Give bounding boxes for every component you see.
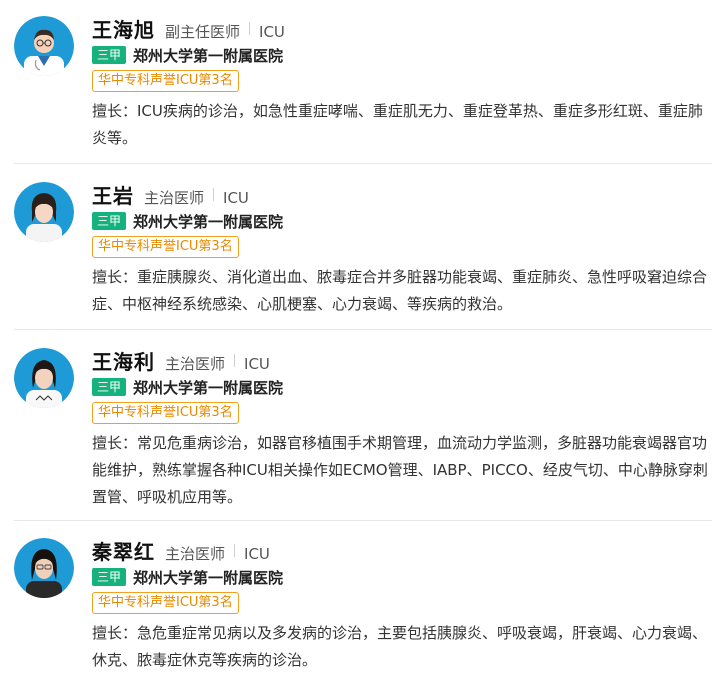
hospital-name[interactable]: 郑州大学第一附属医院 [133, 211, 283, 232]
honor-badge: 华中专科声誉ICU第3名 [92, 402, 239, 424]
doctor-info: 王海利 主治医师 ICU 三甲 郑州大学第一附属医院 华中专科声誉ICU第3名 … [92, 346, 712, 511]
hospital-name[interactable]: 郑州大学第一附属医院 [133, 567, 283, 588]
doctor-expertise: 擅长：常见危重病诊治，如器官移植围手术期管理，血流动力学监测，多脏器功能衰竭器官… [92, 434, 708, 506]
doctor-info: 王海旭 副主任医师 ICU 三甲 郑州大学第一附属医院 华中专科声誉ICU第3名… [92, 14, 712, 152]
separator [213, 187, 215, 201]
hospital-level-badge: 三甲 [92, 378, 127, 396]
separator [234, 543, 236, 557]
doctor-photo-avatar [14, 348, 74, 408]
divider [14, 329, 712, 330]
doctor-department: ICU [244, 355, 270, 373]
doctor-department: ICU [244, 545, 270, 563]
hospital-level-badge: 三甲 [92, 212, 127, 230]
doctor-name[interactable]: 王海利 [92, 346, 155, 375]
doctor-department: ICU [259, 23, 285, 41]
hospital-level-badge: 三甲 [92, 46, 127, 64]
doctor-photo-avatar [14, 538, 74, 598]
doctor-info: 王岩 主治医师 ICU 三甲 郑州大学第一附属医院 华中专科声誉ICU第3名 擅… [92, 180, 712, 318]
doctor-avatar[interactable] [14, 538, 74, 598]
divider [14, 163, 712, 164]
doctor-list: 王海旭 副主任医师 ICU 三甲 郑州大学第一附属医院 华中专科声誉ICU第3名… [0, 0, 726, 682]
honor-badge: 华中专科声誉ICU第3名 [92, 236, 239, 258]
doctor-title: 主治医师 [165, 545, 226, 563]
honor-badge: 华中专科声誉ICU第3名 [92, 592, 239, 614]
hospital-name[interactable]: 郑州大学第一附属医院 [133, 45, 283, 66]
doctor-avatar[interactable] [14, 182, 74, 242]
doctor-name[interactable]: 王岩 [92, 180, 134, 209]
doctor-photo-avatar [14, 182, 74, 242]
divider [14, 520, 712, 521]
doctor-avatar[interactable] [14, 348, 74, 408]
doctor-avatar[interactable] [14, 16, 74, 76]
doctor-name[interactable]: 秦翠红 [92, 536, 155, 565]
honor-badge: 华中专科声誉ICU第3名 [92, 70, 239, 92]
doctor-expertise: 擅长：ICU疾病的诊治，如急性重症哮喘、重症肌无力、重症登革热、重症多形红斑、重… [92, 102, 703, 147]
separator [249, 21, 251, 35]
doctor-name[interactable]: 王海旭 [92, 14, 155, 43]
doctor-info: 秦翠红 主治医师 ICU 三甲 郑州大学第一附属医院 华中专科声誉ICU第3名 … [92, 536, 712, 674]
doctor-title: 副主任医师 [165, 23, 241, 41]
doctor-expertise: 擅长：急危重症常见病以及多发病的诊治，主要包括胰腺炎、呼吸衰竭，肝衰竭、心力衰竭… [92, 624, 708, 669]
doctor-title: 主治医师 [165, 355, 226, 373]
doctor-title: 主治医师 [144, 189, 205, 207]
cartoon-doctor-avatar [14, 16, 74, 76]
doctor-department: ICU [223, 189, 249, 207]
hospital-level-badge: 三甲 [92, 568, 127, 586]
doctor-expertise: 擅长：重症胰腺炎、消化道出血、脓毒症合并多脏器功能衰竭、重症肺炎、急性呼吸窘迫综… [92, 268, 708, 313]
hospital-name[interactable]: 郑州大学第一附属医院 [133, 377, 283, 398]
separator [234, 353, 236, 367]
